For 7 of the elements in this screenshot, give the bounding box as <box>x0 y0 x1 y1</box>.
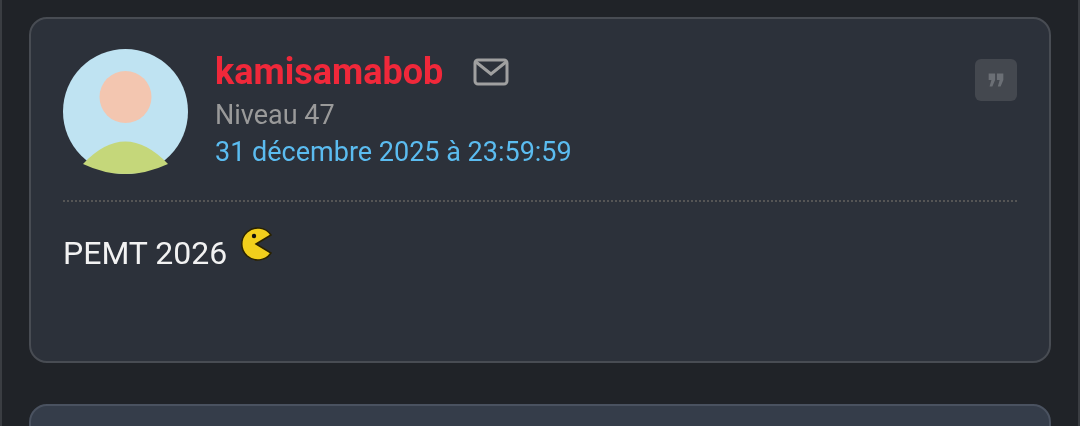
user-level: Niveau 47 <box>215 98 336 133</box>
pacman-icon <box>239 227 274 261</box>
post-text: PEMT 2026 <box>63 234 228 272</box>
mail-icon[interactable] <box>473 58 510 86</box>
post-date[interactable]: 31 décembre 2025 à 23:59:59 <box>215 133 948 171</box>
avatar-icon[interactable] <box>63 49 188 174</box>
author-name[interactable]: kamisamabob <box>215 47 444 97</box>
